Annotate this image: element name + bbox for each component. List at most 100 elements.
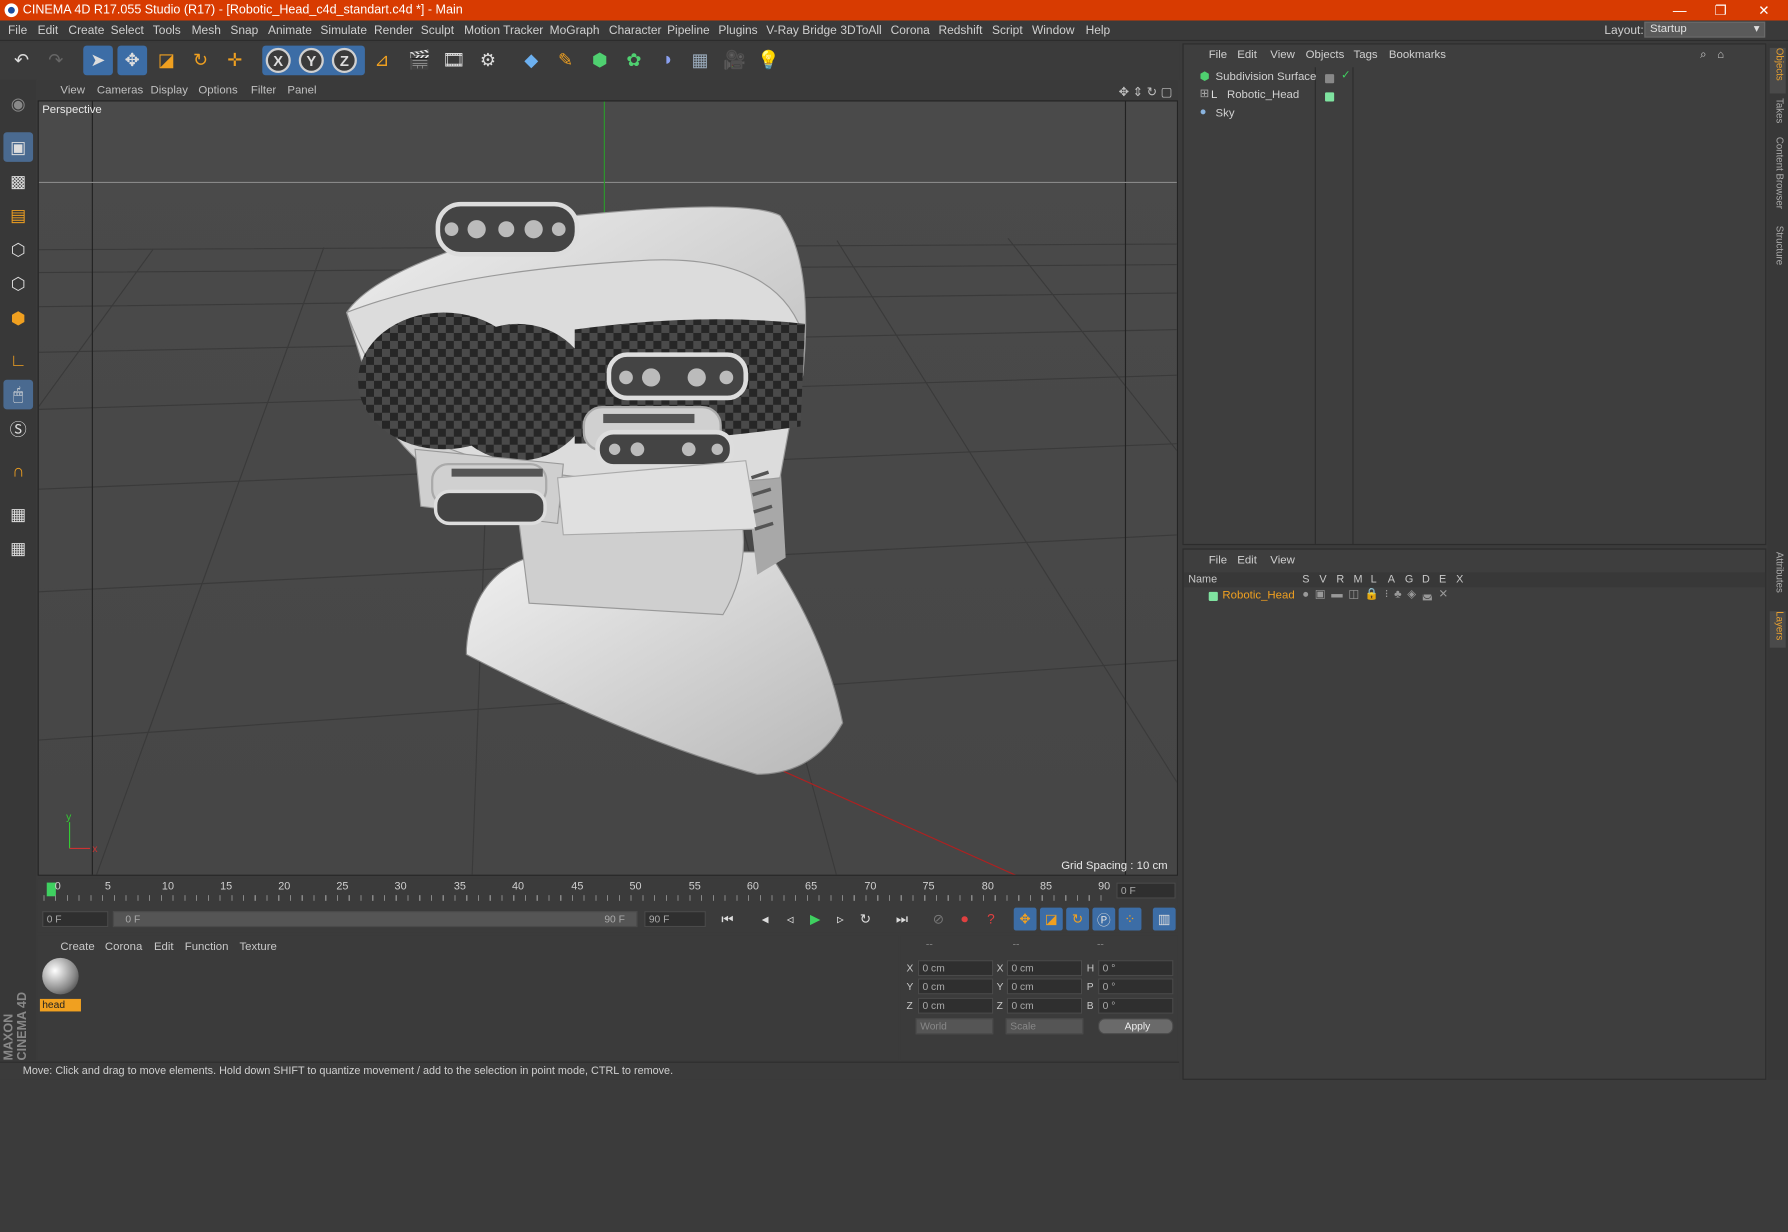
menu-animate[interactable]: Animate xyxy=(268,24,312,38)
menu-vray-bridge[interactable]: V-Ray Bridge xyxy=(766,24,837,38)
coordinate-system-icon[interactable]: ⊿ xyxy=(367,46,397,76)
render-picture-viewer-icon[interactable]: 🎞 xyxy=(439,46,469,76)
enable-grid-icon[interactable]: ▦ xyxy=(3,499,33,529)
polygons-mode-icon[interactable]: ⬢ xyxy=(3,303,33,333)
pos-z-field[interactable]: 0 cm xyxy=(917,997,994,1014)
key-scale-icon[interactable]: ◪ xyxy=(1039,907,1063,931)
world-select[interactable]: World xyxy=(915,1018,994,1035)
subdivision-surface-icon[interactable]: ⬢ xyxy=(585,46,615,76)
layer-row[interactable]: Robotic_Head ●▣▬◫🔒⁝♣◈◛✕ xyxy=(1184,588,1754,606)
om-menu-tags[interactable]: Tags xyxy=(1354,49,1378,62)
om-menu-bookmarks[interactable]: Bookmarks xyxy=(1389,49,1446,62)
lm-menu-file[interactable]: File xyxy=(1209,554,1227,567)
key-pla-icon[interactable]: ⁘ xyxy=(1118,907,1142,931)
scale-select[interactable]: Scale xyxy=(1005,1018,1084,1035)
keyframe-disabled-icon[interactable]: ⊘ xyxy=(927,908,950,931)
om-menu-objects[interactable]: Objects xyxy=(1306,49,1345,62)
menu-plugins[interactable]: Plugins xyxy=(718,24,757,38)
scale-tool-icon[interactable]: ◪ xyxy=(152,46,182,76)
menu-corona[interactable]: Corona xyxy=(891,24,930,38)
go-to-end-icon[interactable]: ⏭ xyxy=(891,908,914,931)
om-menu-view[interactable]: View xyxy=(1270,49,1295,62)
mat-menu-corona[interactable]: Corona xyxy=(105,941,142,954)
size-z-field[interactable]: 0 cm xyxy=(1006,997,1083,1014)
key-parameter-icon[interactable]: Ⓟ xyxy=(1092,907,1116,931)
om-search-icon[interactable]: ⌕ xyxy=(1700,49,1706,62)
tab-attributes[interactable]: Attributes xyxy=(1770,552,1785,607)
quantize-icon[interactable]: ▦ xyxy=(3,534,33,564)
key-rotation-icon[interactable]: ↻ xyxy=(1066,907,1089,931)
menu-sculpt[interactable]: Sculpt xyxy=(421,24,454,38)
timeline-window-icon[interactable]: ▥ xyxy=(1152,907,1176,931)
viewport-perspective[interactable]: y x Perspective Grid Spacing : 10 cm xyxy=(37,100,1178,876)
edges-mode-icon[interactable]: ⬡ xyxy=(3,269,33,299)
axis-mode-icon[interactable]: ∟ xyxy=(3,346,33,376)
layer-color-icon[interactable] xyxy=(1325,92,1335,102)
end-frame-field[interactable]: 90 F xyxy=(644,911,706,928)
layer-tag-icon[interactable] xyxy=(1325,74,1335,84)
menu-simulate[interactable]: Simulate xyxy=(320,24,367,38)
layout-select[interactable]: Startup ▾ xyxy=(1644,21,1766,38)
snap-magnet-icon[interactable]: ∩ xyxy=(3,456,33,486)
cloner-icon[interactable]: ✿ xyxy=(619,46,649,76)
start-frame-field[interactable]: 0 F xyxy=(42,911,109,928)
tab-content-browser[interactable]: Content Browser xyxy=(1770,137,1785,217)
apply-button[interactable]: Apply xyxy=(1098,1018,1174,1035)
x-axis-lock-icon[interactable]: X xyxy=(265,47,291,73)
redo-icon[interactable]: ↷ xyxy=(41,46,71,76)
tab-structure[interactable]: Structure xyxy=(1770,226,1785,276)
render-settings-icon[interactable]: ⚙ xyxy=(473,46,503,76)
solo-mode-icon[interactable]: Ⓢ xyxy=(3,414,33,444)
restore-button[interactable]: ❐ xyxy=(1704,0,1738,21)
mat-menu-function[interactable]: Function xyxy=(185,941,229,954)
menu-render[interactable]: Render xyxy=(374,24,413,38)
menu-motion-tracker[interactable]: Motion Tracker xyxy=(464,24,543,38)
size-x-field[interactable]: 0 cm xyxy=(1006,960,1083,977)
floor-icon[interactable]: ▦ xyxy=(685,46,715,76)
menu-redshift[interactable]: Redshift xyxy=(938,24,982,38)
menu-create[interactable]: Create xyxy=(68,24,104,38)
menu-edit[interactable]: Edit xyxy=(38,24,59,38)
layer-flag-icons[interactable]: ●▣▬◫🔒⁝♣◈◛✕ xyxy=(1302,588,1454,601)
pos-y-field[interactable]: 0 cm xyxy=(917,978,994,995)
vp-menu-options[interactable]: Options xyxy=(198,84,237,97)
rot-p-field[interactable]: 0 ° xyxy=(1098,978,1174,995)
z-axis-lock-icon[interactable]: Z xyxy=(331,47,357,73)
go-to-start-icon[interactable]: ⏮ xyxy=(716,908,739,931)
menu-snap[interactable]: Snap xyxy=(230,24,258,38)
om-menu-file[interactable]: File xyxy=(1209,49,1227,62)
undo-icon[interactable]: ↶ xyxy=(7,46,37,76)
render-view-icon[interactable]: 🎬 xyxy=(405,46,435,76)
vp-menu-panel[interactable]: Panel xyxy=(287,84,316,97)
make-editable-icon[interactable]: ◉ xyxy=(3,89,33,119)
menu-window[interactable]: Window xyxy=(1032,24,1075,38)
om-menu-edit[interactable]: Edit xyxy=(1237,49,1257,62)
vp-menu-view[interactable]: View xyxy=(60,84,85,97)
menu-tools[interactable]: Tools xyxy=(153,24,181,38)
points-mode-icon[interactable]: ⬡ xyxy=(3,235,33,265)
menu-select[interactable]: Select xyxy=(111,24,144,38)
viewport-nav-icons[interactable]: ✥ ⇕ ↻ ▢ xyxy=(1119,84,1173,100)
layer-color-swatch[interactable] xyxy=(1208,591,1218,601)
spline-pen-icon[interactable]: ✎ xyxy=(551,46,581,76)
live-selection-icon[interactable]: ➤ xyxy=(83,45,113,76)
cube-object-icon[interactable]: ◆ xyxy=(517,46,547,76)
mat-menu-texture[interactable]: Texture xyxy=(239,941,276,954)
rotate-tool-icon[interactable]: ↻ xyxy=(186,46,216,76)
menu-character[interactable]: Character xyxy=(609,24,662,38)
timeline-ruler[interactable]: 0 5 10 15 20 25 30 35 40 45 50 55 60 65 … xyxy=(37,878,1178,904)
vp-menu-display[interactable]: Display xyxy=(151,84,188,97)
frame-range-slider[interactable]: 0 F 90 F xyxy=(112,911,638,928)
transform-tool-icon[interactable]: ✛ xyxy=(220,46,250,76)
vp-menu-cameras[interactable]: Cameras xyxy=(97,84,143,97)
object-row[interactable]: ● Sky xyxy=(1188,106,1758,124)
rot-h-field[interactable]: 0 ° xyxy=(1098,960,1174,977)
previous-frame-icon[interactable]: ◃ xyxy=(779,908,802,931)
auto-key-icon[interactable]: ? xyxy=(980,908,1003,931)
current-frame-field[interactable]: 0 F xyxy=(1116,882,1176,899)
menu-script[interactable]: Script xyxy=(992,24,1023,38)
deformer-icon[interactable]: ◗ xyxy=(653,46,683,76)
record-icon[interactable]: ⏺ xyxy=(953,908,976,931)
tweak-mode-icon[interactable]: 🖱 xyxy=(3,379,34,410)
size-y-field[interactable]: 0 cm xyxy=(1006,978,1083,995)
